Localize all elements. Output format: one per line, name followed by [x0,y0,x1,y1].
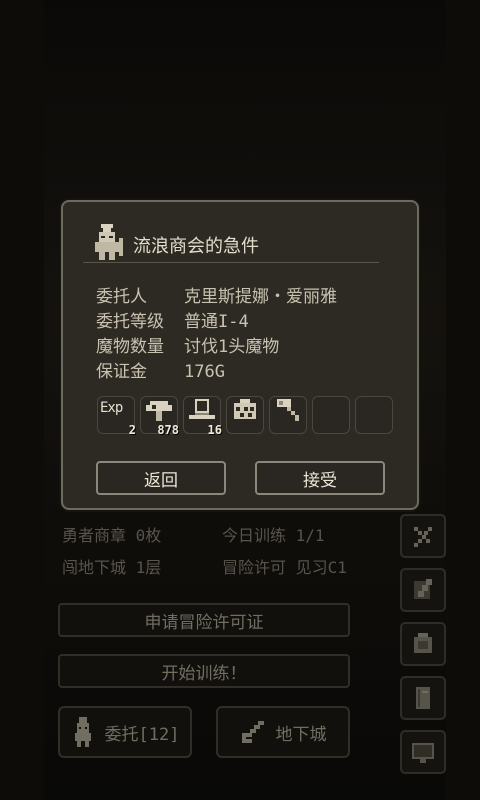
reward-basket[interactable] [226,396,264,434]
reward-empty-slot [355,396,393,434]
reward-exp[interactable]: Exp 2 [97,396,136,437]
monsters-row: 魔物数量 讨伐1头魔物 [96,332,279,357]
quest-dialog: 流浪商会的急件 委托人 克里斯提娜・爱丽雅 委托等级 普通I-4 魔物数量 讨伐1头魔… [61,200,419,510]
client-label: 委托人 [96,287,147,307]
client-row: 委托人 克里斯提娜・爱丽雅 [96,282,337,307]
reward-qty: 878 [157,423,179,437]
mushroom-icon [146,401,172,421]
adventurer-icon [95,224,123,260]
title-divider [83,262,379,263]
reward-hammer[interactable] [269,396,307,434]
deposit-label: 保证金 [96,362,147,382]
reward-empty-slot [312,396,350,434]
accept-button[interactable]: 接受 [255,461,385,495]
quest-title: 流浪商会的急件 [133,236,259,257]
monsters-value: 讨伐1头魔物 [184,337,280,357]
reward-qty: 16 [207,423,222,437]
reward-top-hat[interactable]: 16 [183,396,222,437]
deposit-value: 176G [184,362,225,382]
exp-icon: Exp [100,400,123,416]
rank-value: 普通I-4 [184,312,249,332]
top-hat-icon [189,399,215,419]
rank-label: 委托等级 [96,312,164,332]
reward-qty: 2 [128,423,136,437]
rank-row: 委托等级 普通I-4 [96,307,249,332]
deposit-row: 保证金 176G [96,357,225,382]
reward-mushroom[interactable]: 878 [140,396,179,437]
back-button[interactable]: 返回 [96,461,226,495]
basket-icon [234,399,256,419]
client-value: 克里斯提娜・爱丽雅 [184,287,337,307]
monsters-label: 魔物数量 [96,337,164,357]
hammer-icon [277,399,299,421]
